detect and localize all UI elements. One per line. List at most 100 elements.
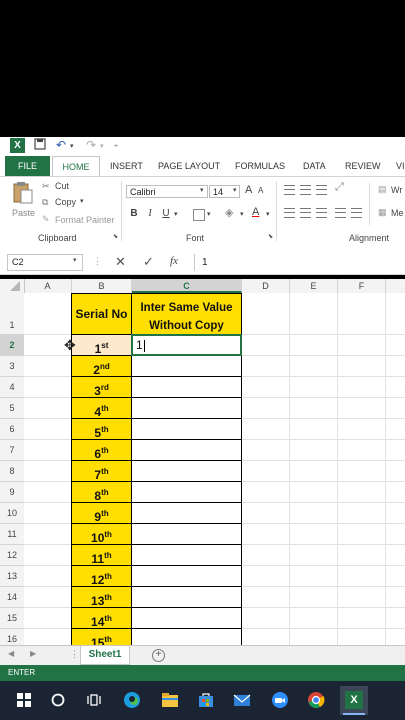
bold-button[interactable]: B [127,208,141,219]
serial-cell[interactable]: 1st [71,334,132,356]
serial-cell[interactable]: 4th [71,397,132,419]
row-header[interactable]: 13 [0,566,24,587]
insert-function-icon[interactable]: fx [170,255,178,267]
borders-dropdown-icon[interactable]: ▾ [207,210,211,218]
font-color-icon[interactable]: A [252,206,259,218]
row-header[interactable]: 10 [0,503,24,524]
increase-font-icon[interactable]: A [245,184,252,196]
font-name-select[interactable]: Calibri [126,185,208,198]
align-center-icon[interactable] [300,208,311,218]
name-box[interactable]: C2 [7,254,83,271]
paste-button[interactable]: Paste [12,208,35,218]
edge-browser-icon[interactable] [122,690,142,710]
serial-cell[interactable]: 8th [71,481,132,503]
row-header[interactable]: 6 [0,419,24,440]
mail-icon[interactable] [232,690,252,710]
underline-dropdown-icon[interactable]: ▾ [174,210,178,218]
merge-button[interactable]: Me [391,208,404,218]
align-middle-icon[interactable] [300,185,311,195]
serial-cell[interactable]: 11th [71,544,132,566]
redo-icon[interactable]: ↷ [86,138,96,152]
serial-cell[interactable]: 7th [71,460,132,482]
fill-color-dropdown-icon[interactable]: ▾ [240,210,244,218]
row-header[interactable]: 8 [0,461,24,482]
borders-icon[interactable] [193,209,205,221]
tab-page-layout[interactable]: PAGE LAYOUT [158,156,220,176]
row-header[interactable]: 2 [0,335,24,356]
undo-icon[interactable]: ↶ [56,138,66,152]
column-header-f[interactable]: F [338,279,386,293]
row-header[interactable]: 15 [0,608,24,629]
clipboard-launcher-icon[interactable]: ⬊ [113,233,118,240]
row-header[interactable]: 3 [0,356,24,377]
tab-view[interactable]: VI [396,156,405,176]
font-color-dropdown-icon[interactable]: ▾ [266,210,270,218]
column-header-e[interactable]: E [290,279,338,293]
sheet-tab-sheet1[interactable]: Sheet1 [80,646,130,665]
chrome-icon[interactable] [306,690,326,710]
prev-sheet-icon[interactable]: ◀ [8,649,14,658]
file-explorer-icon[interactable] [160,690,180,710]
search-icon[interactable] [48,690,68,710]
active-cell-c2[interactable]: 1 [131,334,242,356]
store-icon[interactable] [196,690,216,710]
orientation-icon[interactable]: ⤢ [335,181,344,194]
excel-taskbar-button[interactable]: X [340,686,368,715]
font-launcher-icon[interactable]: ⬊ [268,233,273,240]
align-right-icon[interactable] [316,208,327,218]
column-header-c[interactable]: C [132,279,242,293]
row-header[interactable]: 7 [0,440,24,461]
copy-dropdown-icon[interactable]: ▾ [80,197,84,205]
serial-cell[interactable]: 3rd [71,376,132,398]
decrease-indent-icon[interactable] [335,208,346,218]
windows-start-icon[interactable] [14,690,34,710]
cancel-icon[interactable]: ✕ [115,254,126,270]
row-header[interactable]: 9 [0,482,24,503]
customize-toolbar-icon[interactable]: ₌ [114,140,118,149]
wrap-text-button[interactable]: Wr [391,185,402,195]
header-inter-same-value[interactable]: Inter Same Value Without Copy [131,293,242,335]
copy-button[interactable]: Copy [55,197,76,207]
format-painter-button[interactable]: Format Painter [55,215,115,225]
align-bottom-icon[interactable] [316,185,327,195]
serial-cell[interactable]: 6th [71,439,132,461]
paste-icon[interactable] [12,181,34,210]
serial-cell[interactable]: 13th [71,586,132,608]
row-header[interactable]: 14 [0,587,24,608]
enter-icon[interactable]: ✓ [143,254,154,270]
task-view-icon[interactable] [84,690,104,710]
italic-button[interactable]: I [143,208,157,219]
serial-cell[interactable]: 9th [71,502,132,524]
zoom-icon[interactable] [270,690,290,710]
fill-color-icon[interactable]: ◈ [225,206,233,219]
name-box-dropdown-icon[interactable]: ▾ [73,256,77,264]
serial-cell[interactable]: 15th [71,628,132,645]
tab-data[interactable]: DATA [303,156,326,176]
align-left-icon[interactable] [284,208,295,218]
tab-review[interactable]: REVIEW [345,156,381,176]
cut-button[interactable]: Cut [55,181,69,191]
new-sheet-icon[interactable]: + [152,649,165,662]
undo-dropdown-icon[interactable]: ▾ [70,142,74,150]
serial-cell[interactable]: 5th [71,418,132,440]
redo-dropdown-icon[interactable]: ▾ [100,142,104,150]
next-sheet-icon[interactable]: ▶ [30,649,36,658]
row-header[interactable]: 1 [0,293,24,335]
select-all-button[interactable] [0,279,25,293]
font-name-dropdown-icon[interactable]: ▾ [200,186,204,194]
tab-insert[interactable]: INSERT [110,156,143,176]
underline-button[interactable]: U [159,208,173,219]
formula-input[interactable]: 1 [194,254,405,271]
row-header[interactable]: 11 [0,524,24,545]
serial-cell[interactable]: 12th [71,565,132,587]
column-header-a[interactable]: A [24,279,72,293]
column-header-d[interactable]: D [242,279,290,293]
increase-indent-icon[interactable] [351,208,362,218]
tab-file[interactable]: FILE [5,156,50,176]
serial-cell[interactable]: 14th [71,607,132,629]
tab-home[interactable]: HOME [52,156,100,176]
row-header[interactable]: 4 [0,377,24,398]
worksheet-grid[interactable]: Serial No Inter Same Value Without Copy … [24,293,405,645]
decrease-font-icon[interactable]: A [258,186,263,195]
header-serial-no[interactable]: Serial No [71,293,132,335]
